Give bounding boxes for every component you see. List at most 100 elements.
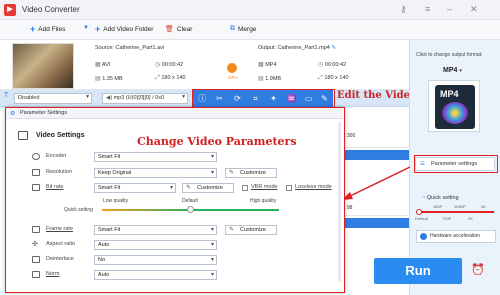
out-duration: ◷ 00:00:42 — [318, 61, 346, 68]
pen-icon: ✎ — [229, 170, 235, 176]
deinterlace-icon — [32, 256, 40, 263]
src-resolution: ⤢ 180 x 140 — [155, 75, 186, 82]
audio-track-select[interactable]: ◀) mp3 (U(0)[0][0] / 0x0 ▾ — [102, 93, 188, 104]
gpu-label: GPU — [228, 75, 238, 80]
quick-setting-text: Quick setting — [426, 195, 459, 201]
alarm-clock-icon[interactable]: ⏰ — [471, 263, 485, 276]
speaker-icon: ◀) — [106, 95, 113, 101]
dialog-scrollbar[interactable] — [338, 122, 341, 282]
menu-icon[interactable]: ≡ — [425, 4, 430, 14]
settings-icon: ⚙ — [10, 111, 16, 117]
frame-rate-select[interactable]: Smart Fit ▾ — [94, 225, 217, 235]
aspect-ratio-select[interactable]: Auto ▾ — [94, 240, 217, 250]
close-icon[interactable]: ✕ — [470, 4, 478, 15]
parameter-settings-dialog: ⚙ Parameter Settings Video Settings Chan… — [5, 107, 345, 293]
add-files-dropdown[interactable]: ▼ — [83, 25, 89, 31]
add-files-button[interactable]: + Add Files — [30, 25, 66, 34]
src-size: ▤ 1.35 MB — [95, 75, 123, 82]
quality-slider-handle[interactable] — [187, 206, 194, 213]
hardware-acceleration-toggle[interactable]: Hardware acceleration — [416, 230, 496, 243]
format-thumbnail[interactable]: MP4 — [428, 80, 480, 132]
audio-track-value: mp3 (U(0)[0][0] / 0x0 — [113, 95, 165, 101]
trash-icon: 🗑 — [165, 26, 174, 33]
norm-icon — [32, 271, 40, 278]
q-4k-label: 4K — [481, 204, 486, 209]
src-format: ▦ AVI — [95, 61, 110, 68]
merge-button[interactable]: ⧉ Merge — [230, 25, 256, 33]
out-resolution-value: 180 x 140 — [324, 75, 349, 81]
format-value: MP4 — [443, 67, 458, 74]
src-format-value: AVI — [101, 62, 111, 68]
edit-video-annotation: Edit the Video — [337, 90, 417, 101]
add-files-label: Add Files — [38, 25, 66, 33]
resolution-icon — [32, 169, 40, 176]
resolution-label: Resolution — [46, 169, 72, 175]
src-resolution-value: 180 x 140 — [161, 75, 186, 81]
deinterlace-label: Deinterlace — [46, 256, 74, 262]
out-format: ▦ MP4 — [258, 61, 277, 68]
pen-icon: ✎ — [186, 185, 192, 191]
src-duration-value: 00:00:42 — [161, 62, 184, 68]
src-size-value: 1.35 MB — [102, 76, 123, 82]
encoder-value: Smart Fit — [98, 154, 121, 160]
q-2k-label: 2K — [468, 216, 473, 221]
output-name-text: Output: Catherine_Part1.mp4 — [258, 45, 330, 51]
gpu-badge-icon — [227, 63, 237, 73]
lossless-mode-checkbox[interactable] — [286, 185, 292, 191]
annotation-arrow — [342, 166, 411, 200]
video-thumbnail[interactable] — [12, 43, 74, 89]
file-icon: ▤ — [95, 76, 101, 82]
bitrate-icon — [32, 184, 40, 191]
rename-pen-icon[interactable]: ✎ — [331, 45, 336, 51]
bitrate-select[interactable]: Smart Fit ▾ — [94, 183, 176, 193]
subtitle-value: Disabled — [18, 95, 40, 101]
out-format-value: MP4 — [265, 62, 277, 68]
lossless-mode-label: Lossless mode — [295, 184, 332, 190]
low-quality-label: Low quality — [103, 198, 129, 204]
chevron-down-icon: ▾ — [210, 154, 214, 160]
output-name: Output: Catherine_Part1.mp4 ✎ — [258, 45, 336, 51]
minimize-icon[interactable]: – — [447, 4, 452, 14]
vbr-mode-label: VBR mode — [251, 184, 278, 190]
aspect-ratio-value: Auto — [98, 242, 110, 248]
speed-icon: ◔ — [422, 195, 426, 201]
clear-button[interactable]: 🗑 Clear — [165, 25, 192, 34]
bitrate-customize-button[interactable]: ✎ Customize — [182, 183, 234, 193]
pen-icon: ✎ — [229, 227, 235, 233]
dialog-title: Parameter Settings — [20, 110, 68, 116]
norm-label: Norm — [46, 271, 60, 277]
quality-slider-track[interactable] — [418, 211, 494, 213]
frame-rate-icon — [32, 226, 40, 233]
key-icon[interactable]: ⚷ — [400, 4, 407, 15]
title-bar: ▶ Video Converter ⚷ ≡ – ✕ — [0, 0, 500, 20]
vbr-mode-checkbox[interactable] — [242, 185, 248, 191]
resolution-select[interactable]: Keep Original ▾ — [94, 168, 217, 178]
run-button[interactable]: Run — [374, 258, 462, 284]
background-strip — [340, 218, 409, 228]
film-icon: ▦ — [258, 62, 264, 68]
quality-slider-handle[interactable] — [416, 209, 422, 215]
chevron-down-icon: ▾ — [459, 68, 462, 74]
deinterlace-select[interactable]: No ▾ — [94, 255, 217, 265]
out-size: ▤ 1.9MB — [258, 75, 281, 82]
param-settings-highlight-box — [414, 155, 498, 173]
out-size-value: 1.9MB — [265, 76, 282, 82]
clock-icon: ◷ — [318, 62, 324, 68]
frame-rate-label: Frame rate — [46, 226, 73, 232]
resolution-customize-button[interactable]: ✎ Customize — [225, 168, 277, 178]
customize-label: Customize — [197, 185, 223, 191]
norm-select[interactable]: Auto ▾ — [94, 270, 217, 280]
file-icon: ▤ — [258, 76, 264, 82]
merge-label: Merge — [238, 25, 257, 33]
format-dropdown[interactable]: MP4 ▾ — [443, 67, 462, 74]
frame-rate-customize-button[interactable]: ✎ Customize — [225, 225, 277, 235]
frame-rate-value: Smart Fit — [98, 227, 121, 233]
quick-setting-label: ◔ Quick setting — [422, 195, 459, 201]
subtitle-select[interactable]: Disabled ▾ — [14, 93, 92, 104]
add-video-folder-button[interactable]: + Add Video Folder — [95, 24, 153, 34]
plus-icon: + — [95, 24, 101, 34]
change-format-label: Click to change output format: — [416, 52, 483, 58]
q-720p-label: 720P — [442, 216, 452, 221]
encoder-select[interactable]: Smart Fit ▾ — [94, 152, 217, 162]
toggle-dot-icon — [420, 233, 427, 240]
